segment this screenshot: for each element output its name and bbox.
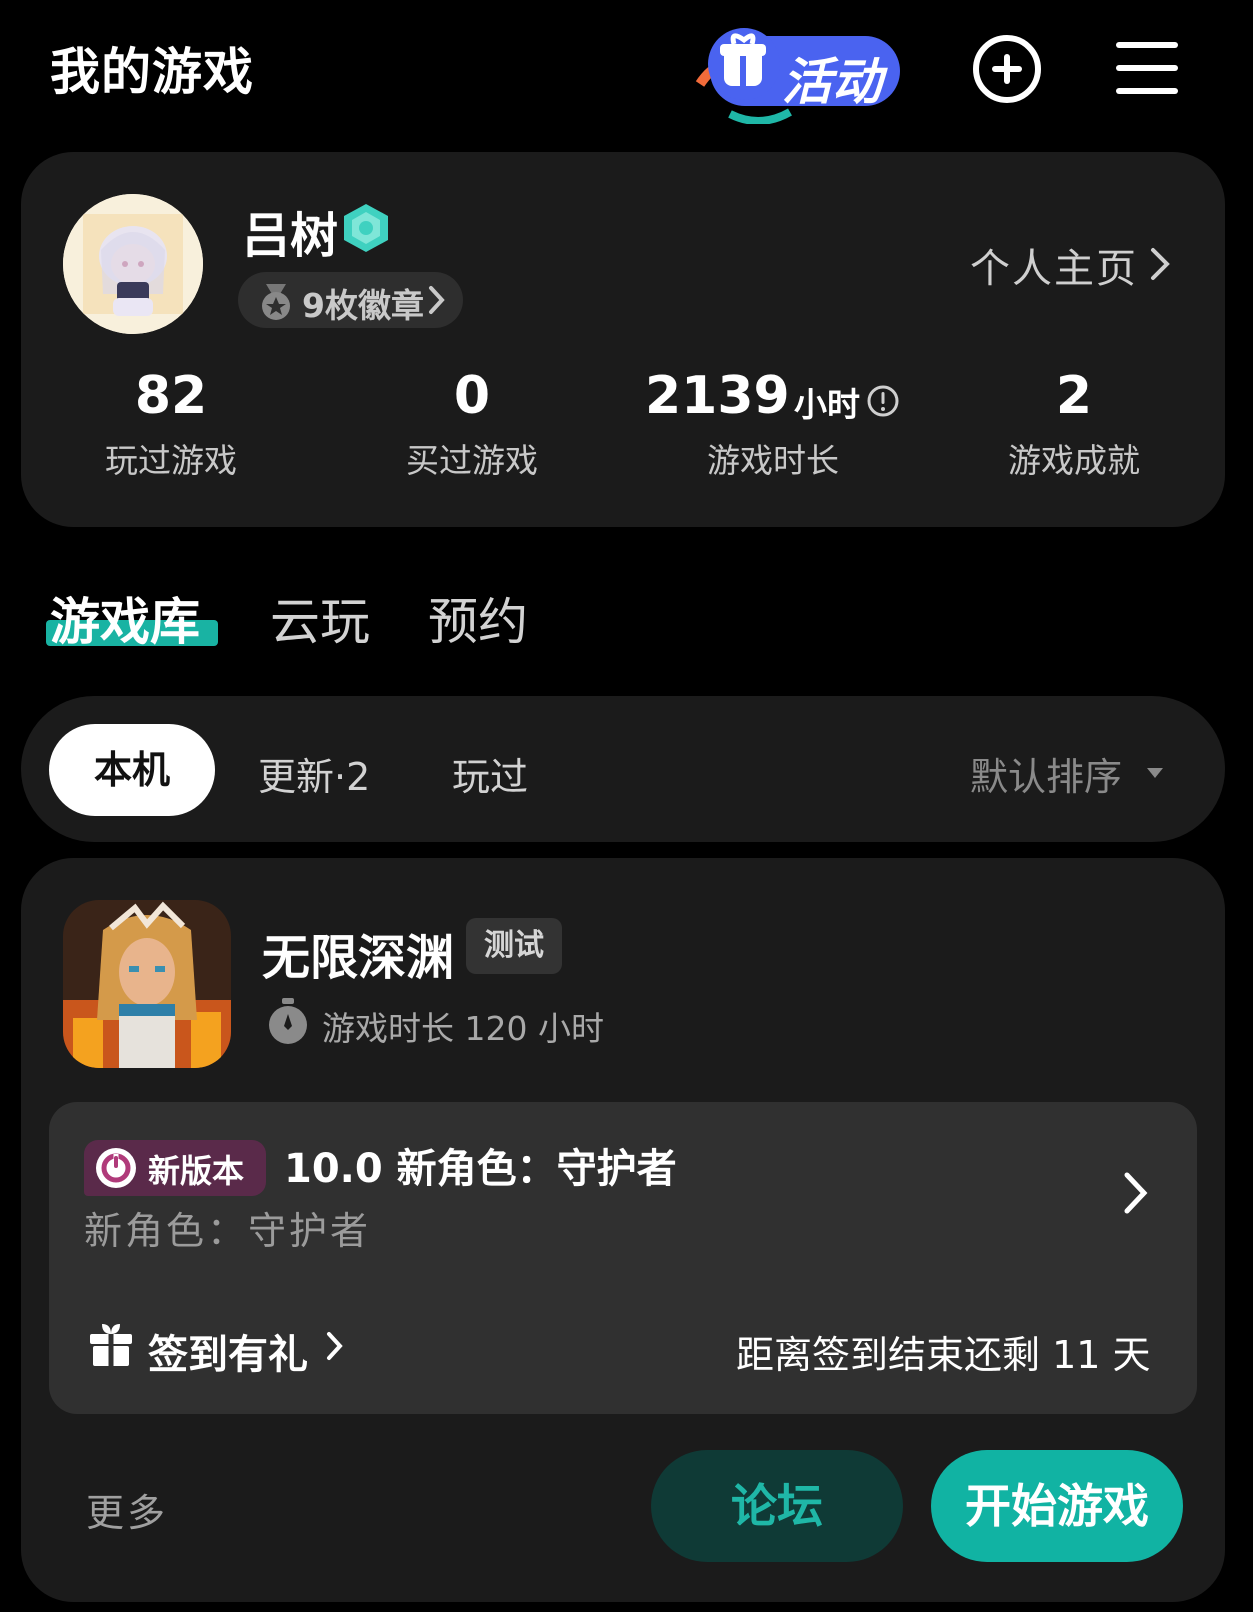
test-tag: 测试 [466, 918, 562, 974]
stat-played-label: 玩过游戏 [105, 441, 237, 480]
filter-played-button[interactable]: 玩过 [452, 746, 528, 801]
badges-label: 9枚徽章 [302, 286, 424, 325]
tab-cloud[interactable]: 云玩 [270, 582, 370, 654]
stat-bought-value[interactable]: 0 [342, 366, 602, 426]
game-title[interactable]: 无限深渊 [262, 918, 454, 988]
activity-banner-button[interactable]: 活动 [690, 14, 912, 126]
checkin-reward-link[interactable]: 签到有礼 [148, 1322, 308, 1380]
news-title: 10.0 新角色：守护者 [284, 1146, 677, 1192]
playtime-text: 游戏时长 120 小时 [322, 1009, 604, 1048]
forum-button[interactable]: 论坛 [651, 1450, 903, 1562]
menu-button[interactable] [1114, 38, 1180, 98]
tab-library[interactable]: 游戏库 [50, 582, 200, 654]
stat-hours-label: 游戏时长 [707, 441, 839, 480]
vip-gem-icon [342, 202, 390, 254]
stat-bought-label: 买过游戏 [406, 441, 538, 480]
activity-label: 活动 [782, 53, 882, 111]
stat-played-value[interactable]: 82 [41, 366, 301, 426]
filter-update-button[interactable]: 更新·2 [258, 746, 370, 801]
page-title: 我的游戏 [50, 43, 254, 101]
plus-circle-icon [973, 35, 1041, 103]
chevron-right-icon [428, 284, 446, 316]
new-version-label: 新版本 [148, 1152, 245, 1190]
info-icon[interactable] [866, 384, 900, 418]
news-subtitle: 新角色：守护者 [84, 1209, 372, 1253]
sort-dropdown[interactable]: 默认排序 [970, 746, 1122, 801]
add-game-button[interactable] [972, 34, 1042, 104]
username: 吕树 [242, 208, 339, 264]
start-game-button[interactable]: 开始游戏 [931, 1450, 1183, 1562]
stat-hours-value[interactable]: 2139 [645, 366, 790, 426]
more-link[interactable]: 更多 [86, 1482, 168, 1537]
update-icon [94, 1146, 138, 1190]
checkin-remaining-text: 距离签到结束还剩 11 天 [736, 1333, 1151, 1377]
hamburger-menu-icon [1116, 42, 1178, 94]
stat-achievements-label: 游戏成就 [1008, 441, 1140, 480]
homepage-link[interactable]: 个人主页 [970, 236, 1138, 294]
avatar[interactable] [63, 194, 203, 334]
chevron-right-icon[interactable] [1122, 1170, 1150, 1216]
chevron-right-icon[interactable] [1148, 244, 1172, 284]
caret-down-icon[interactable] [1146, 764, 1164, 778]
stat-hours-unit: 小时 [794, 385, 860, 424]
filter-local-button[interactable]: 本机 [49, 724, 215, 816]
game-icon[interactable] [63, 900, 231, 1068]
chevron-right-icon[interactable] [326, 1330, 344, 1362]
gift-icon [88, 1320, 134, 1368]
tab-reserve[interactable]: 预约 [428, 582, 528, 654]
stopwatch-icon [266, 998, 310, 1046]
medal-icon [258, 282, 294, 322]
stat-achievements-value[interactable]: 2 [944, 366, 1204, 426]
avatar-image [63, 194, 203, 334]
